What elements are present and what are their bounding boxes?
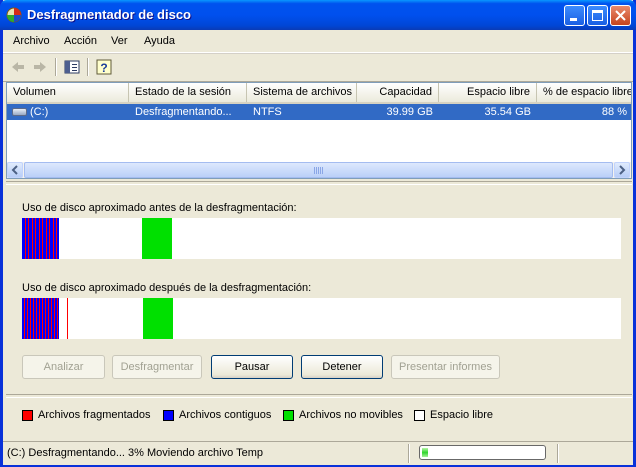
- column-header-free-percent[interactable]: % de espacio libre: [537, 83, 631, 102]
- window-title: Desfragmentador de disco: [27, 7, 191, 22]
- column-header-status[interactable]: Estado de la sesión: [129, 83, 247, 102]
- view-report-button[interactable]: Presentar informes: [391, 355, 500, 379]
- menu-ayuda[interactable]: Ayuda: [144, 35, 175, 47]
- panel-divider: [6, 181, 632, 185]
- title-bar[interactable]: Desfragmentador de disco: [0, 0, 636, 30]
- svg-text:?: ?: [100, 61, 107, 75]
- before-defrag-disk-map: [22, 218, 621, 259]
- after-defrag-disk-map: [22, 298, 621, 339]
- cell-status: Desfragmentando...: [135, 106, 232, 118]
- toolbar-separator: [55, 58, 57, 76]
- analyze-button[interactable]: Analizar: [22, 355, 105, 379]
- cell-capacity: 39.99 GB: [386, 106, 433, 118]
- maximize-icon: [592, 10, 603, 21]
- maximize-button[interactable]: [587, 5, 608, 26]
- column-header-filesystem[interactable]: Sistema de archivos: [247, 83, 357, 102]
- disk-map-fragmented-region: [22, 218, 59, 259]
- legend-label-unmovable: Archivos no movibles: [299, 409, 403, 421]
- minimize-icon: [570, 18, 577, 21]
- chevron-left-icon: [11, 165, 18, 175]
- before-defrag-label: Uso de disco aproximado antes de la desf…: [22, 202, 297, 214]
- toolbar-separator: [87, 58, 89, 76]
- legend-swatch-contiguous: [163, 410, 174, 421]
- close-button[interactable]: [610, 5, 631, 26]
- column-header-free-space[interactable]: Espacio libre: [439, 83, 537, 102]
- legend-swatch-fragmented: [22, 410, 33, 421]
- menu-ver[interactable]: Ver: [111, 35, 128, 47]
- status-divider: [557, 444, 559, 463]
- app-window: Desfragmentador de disco Archivo Acción …: [0, 0, 636, 467]
- stop-button[interactable]: Detener: [301, 355, 383, 379]
- defragment-button[interactable]: Desfragmentar: [112, 355, 202, 379]
- cell-free-space: 35.54 GB: [484, 106, 531, 118]
- pause-button[interactable]: Pausar: [211, 355, 293, 379]
- scroll-right-button[interactable]: [614, 162, 630, 178]
- minimize-button[interactable]: [564, 5, 585, 26]
- cell-volume: (C:): [30, 106, 49, 118]
- column-header-capacity[interactable]: Capacidad: [357, 83, 439, 102]
- legend-swatch-unmovable: [283, 410, 294, 421]
- legend-label-free-space: Espacio libre: [430, 409, 493, 421]
- disk-map-unmovable-region: [142, 218, 172, 259]
- legend-label-fragmented: Archivos fragmentados: [38, 409, 151, 421]
- chevron-right-icon: [619, 165, 626, 175]
- show-hide-console-tree-icon[interactable]: [63, 58, 81, 76]
- volume-list[interactable]: Volumen Estado de la sesión Sistema de a…: [6, 82, 632, 179]
- forward-arrow-icon[interactable]: [31, 58, 49, 76]
- status-bar: (C:) Desfragmentando... 3% Moviendo arch…: [3, 441, 633, 465]
- defrag-progress-bar: [419, 445, 546, 460]
- disk-map-fragment: [67, 298, 68, 339]
- after-defrag-label: Uso de disco aproximado después de la de…: [22, 282, 312, 294]
- disk-map-unmovable-region: [143, 298, 173, 339]
- disk-map-fragmented-region: [22, 298, 59, 339]
- defrag-app-icon: [6, 7, 22, 23]
- legend-divider: [6, 394, 632, 398]
- menu-bar: Archivo Acción Ver Ayuda: [3, 30, 633, 53]
- scrollbar-thumb[interactable]: [24, 162, 613, 178]
- legend-label-contiguous: Archivos contiguos: [179, 409, 272, 421]
- toolbar: ?: [3, 53, 633, 82]
- menu-accion[interactable]: Acción: [64, 35, 97, 47]
- cell-free-percent: 88 %: [601, 106, 627, 118]
- legend-swatch-free-space: [414, 410, 425, 421]
- back-arrow-icon[interactable]: [9, 58, 27, 76]
- list-header: Volumen Estado de la sesión Sistema de a…: [7, 83, 631, 104]
- help-icon[interactable]: ?: [95, 58, 113, 76]
- cell-filesystem: NTFS: [253, 106, 282, 118]
- status-divider: [408, 444, 410, 463]
- progress-fill: [422, 448, 428, 457]
- scrollbar-grip: [314, 167, 324, 174]
- status-text: (C:) Desfragmentando... 3% Moviendo arch…: [7, 447, 263, 459]
- close-icon: [615, 10, 626, 21]
- table-row[interactable]: (C:) Desfragmentando... NTFS 39.99 GB 35…: [7, 104, 631, 120]
- menu-archivo[interactable]: Archivo: [13, 35, 50, 47]
- scroll-left-button[interactable]: [7, 162, 23, 178]
- horizontal-scrollbar[interactable]: [7, 162, 631, 178]
- column-header-volume[interactable]: Volumen: [7, 83, 129, 102]
